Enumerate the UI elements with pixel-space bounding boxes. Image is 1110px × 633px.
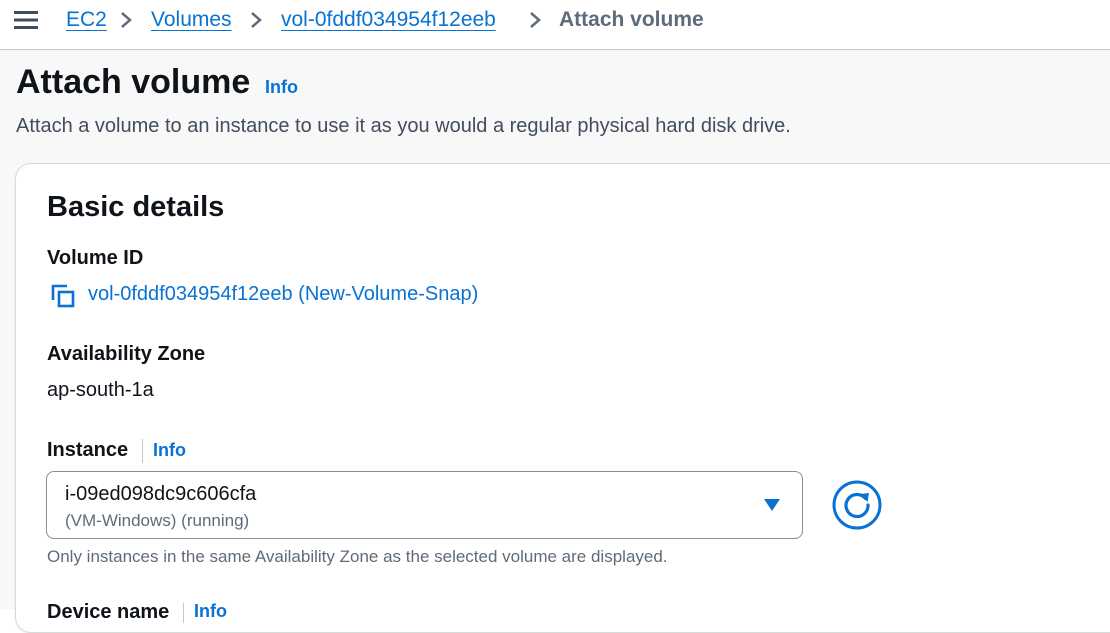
instance-constraint-text: Only instances in the same Availability …: [47, 547, 668, 566]
breadcrumb-ec2[interactable]: EC2: [66, 7, 107, 33]
breadcrumb-bar: EC2 Volumes vol-0fddf034954f12eeb Attach…: [0, 0, 1110, 50]
instance-select[interactable]: i-09ed098dc9c606cfa (VM-Windows) (runnin…: [46, 471, 803, 539]
basic-details-title: Basic details: [47, 191, 225, 223]
instance-selected-value: i-09ed098dc9c606cfa: [65, 483, 257, 505]
page-title: Attach volume: [16, 63, 251, 101]
page-description: Attach a volume to an instance to use it…: [16, 115, 791, 137]
device-name-label: Device name: [47, 601, 170, 623]
breadcrumb-volumes[interactable]: Volumes: [151, 7, 232, 33]
label-divider: [142, 439, 143, 463]
instance-info-link[interactable]: Info: [153, 440, 186, 461]
label-divider: [183, 603, 184, 623]
refresh-button[interactable]: [832, 480, 882, 530]
copy-icon[interactable]: [50, 283, 76, 309]
volume-id-label: Volume ID: [47, 247, 144, 269]
device-name-info-link[interactable]: Info: [194, 601, 227, 622]
availability-zone-value: ap-south-1a: [47, 379, 154, 401]
chevron-right-icon: [530, 12, 541, 28]
instance-label: Instance: [47, 439, 129, 461]
breadcrumb-current: Attach volume: [559, 8, 704, 31]
breadcrumb-volume-id[interactable]: vol-0fddf034954f12eeb: [281, 7, 496, 33]
caret-down-icon: [764, 499, 780, 511]
page-info-link[interactable]: Info: [265, 77, 298, 98]
volume-id-link[interactable]: vol-0fddf034954f12eeb (New-Volume-Snap): [88, 282, 478, 306]
chevron-right-icon: [121, 12, 132, 28]
chevron-right-icon: [251, 12, 262, 28]
instance-selected-description: (VM-Windows) (running): [65, 511, 250, 530]
availability-zone-label: Availability Zone: [47, 343, 206, 365]
menu-icon[interactable]: [14, 10, 38, 30]
